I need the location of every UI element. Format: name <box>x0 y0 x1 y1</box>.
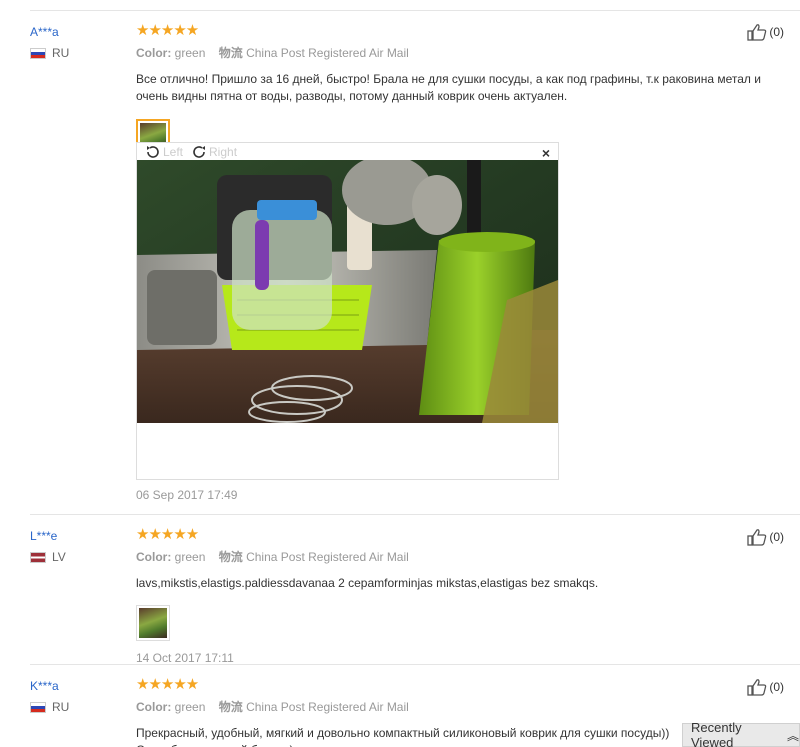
review-date: 14 Oct 2017 17:11 <box>136 651 234 665</box>
review-text: Все отлично! Пришло за 16 дней, быстро! … <box>136 72 761 103</box>
recently-viewed-label: Recently Viewed <box>691 720 742 747</box>
review-text: Прекрасный, удобный, мягкий и довольно к… <box>136 726 670 747</box>
review-photo-thumbnail[interactable] <box>136 605 170 641</box>
shipping-value: China Post Registered Air Mail <box>246 46 409 60</box>
helpful-count: (0) <box>769 680 784 694</box>
recently-viewed-tab[interactable]: Recently Viewed ︽ <box>682 720 800 747</box>
reviewer-name[interactable]: L***e <box>30 529 130 543</box>
chevron-up-icon: ︽ <box>786 728 799 743</box>
reviewer-country: LV <box>30 550 130 564</box>
star-rating: ★★★★★ <box>136 22 199 39</box>
shipping-label: 物流 <box>218 700 243 714</box>
rotate-right-label: Right <box>209 145 238 159</box>
country-code: RU <box>52 700 70 714</box>
color-value: green <box>174 700 206 714</box>
viewer-toolbar: Left Right <box>145 143 241 161</box>
review-date: 06 Sep 2017 17:49 <box>136 488 238 502</box>
shipping-value: China Post Registered Air Mail <box>246 700 409 714</box>
review-content: ★★★★★ Color: green 物流 China Post Registe… <box>136 22 782 502</box>
review-text: lavs,mikstis,elastigs.paldiessdavanaa 2 … <box>136 576 599 590</box>
reviewer-country: RU <box>30 46 130 60</box>
order-info: Color: green 物流 China Post Registered Ai… <box>136 698 782 715</box>
flag-icon <box>30 47 46 59</box>
rotate-left-icon <box>147 146 159 158</box>
color-label: Color: <box>136 46 172 60</box>
flag-icon <box>30 551 46 563</box>
review-photo <box>137 160 558 423</box>
rotate-right-button[interactable]: Right <box>191 144 237 160</box>
thumbnail-image <box>139 608 167 638</box>
helpful-button[interactable]: (0) <box>747 678 784 696</box>
review-content: ★★★★★ Color: green 物流 China Post Registe… <box>136 526 782 665</box>
review-item: A***a RU ★★★★★ Color: green 物流 China Pos… <box>30 10 800 514</box>
reviewer-name[interactable]: A***a <box>30 25 130 39</box>
reviewer-info: K***a RU <box>30 679 130 714</box>
helpful-count: (0) <box>769 530 784 544</box>
rotate-left-button[interactable]: Left <box>145 144 183 160</box>
helpful-count: (0) <box>769 25 784 39</box>
color-value: green <box>174 550 206 564</box>
country-code: RU <box>52 46 70 60</box>
color-label: Color: <box>136 700 172 714</box>
star-rating: ★★★★★ <box>136 676 199 693</box>
order-info: Color: green 物流 China Post Registered Ai… <box>136 548 782 565</box>
star-rating: ★★★★★ <box>136 526 199 543</box>
helpful-button[interactable]: (0) <box>747 528 784 546</box>
photo-viewer: Left Right × <box>136 142 559 480</box>
shipping-value: China Post Registered Air Mail <box>246 550 409 564</box>
shipping-label: 物流 <box>218 550 243 564</box>
review-item: L***e LV ★★★★★ Color: green 物流 China Pos… <box>30 514 800 665</box>
reviewer-name[interactable]: K***a <box>30 679 130 693</box>
thumbs-up-icon <box>747 24 767 41</box>
flag-icon <box>30 701 46 713</box>
kitchen-photo-image <box>137 160 558 423</box>
color-value: green <box>174 46 206 60</box>
order-info: Color: green 物流 China Post Registered Ai… <box>136 44 782 61</box>
color-label: Color: <box>136 550 172 564</box>
reviewer-country: RU <box>30 700 130 714</box>
thumbs-up-icon <box>747 679 767 696</box>
reviewer-info: L***e LV <box>30 529 130 564</box>
rotate-left-label: Left <box>163 145 184 159</box>
country-code: LV <box>52 550 66 564</box>
shipping-label: 物流 <box>218 46 243 60</box>
helpful-button[interactable]: (0) <box>747 23 784 41</box>
thumbs-up-icon <box>747 529 767 546</box>
rotate-right-icon <box>193 146 206 158</box>
close-viewer-button[interactable]: × <box>542 145 550 161</box>
reviewer-info: A***a RU <box>30 25 130 60</box>
